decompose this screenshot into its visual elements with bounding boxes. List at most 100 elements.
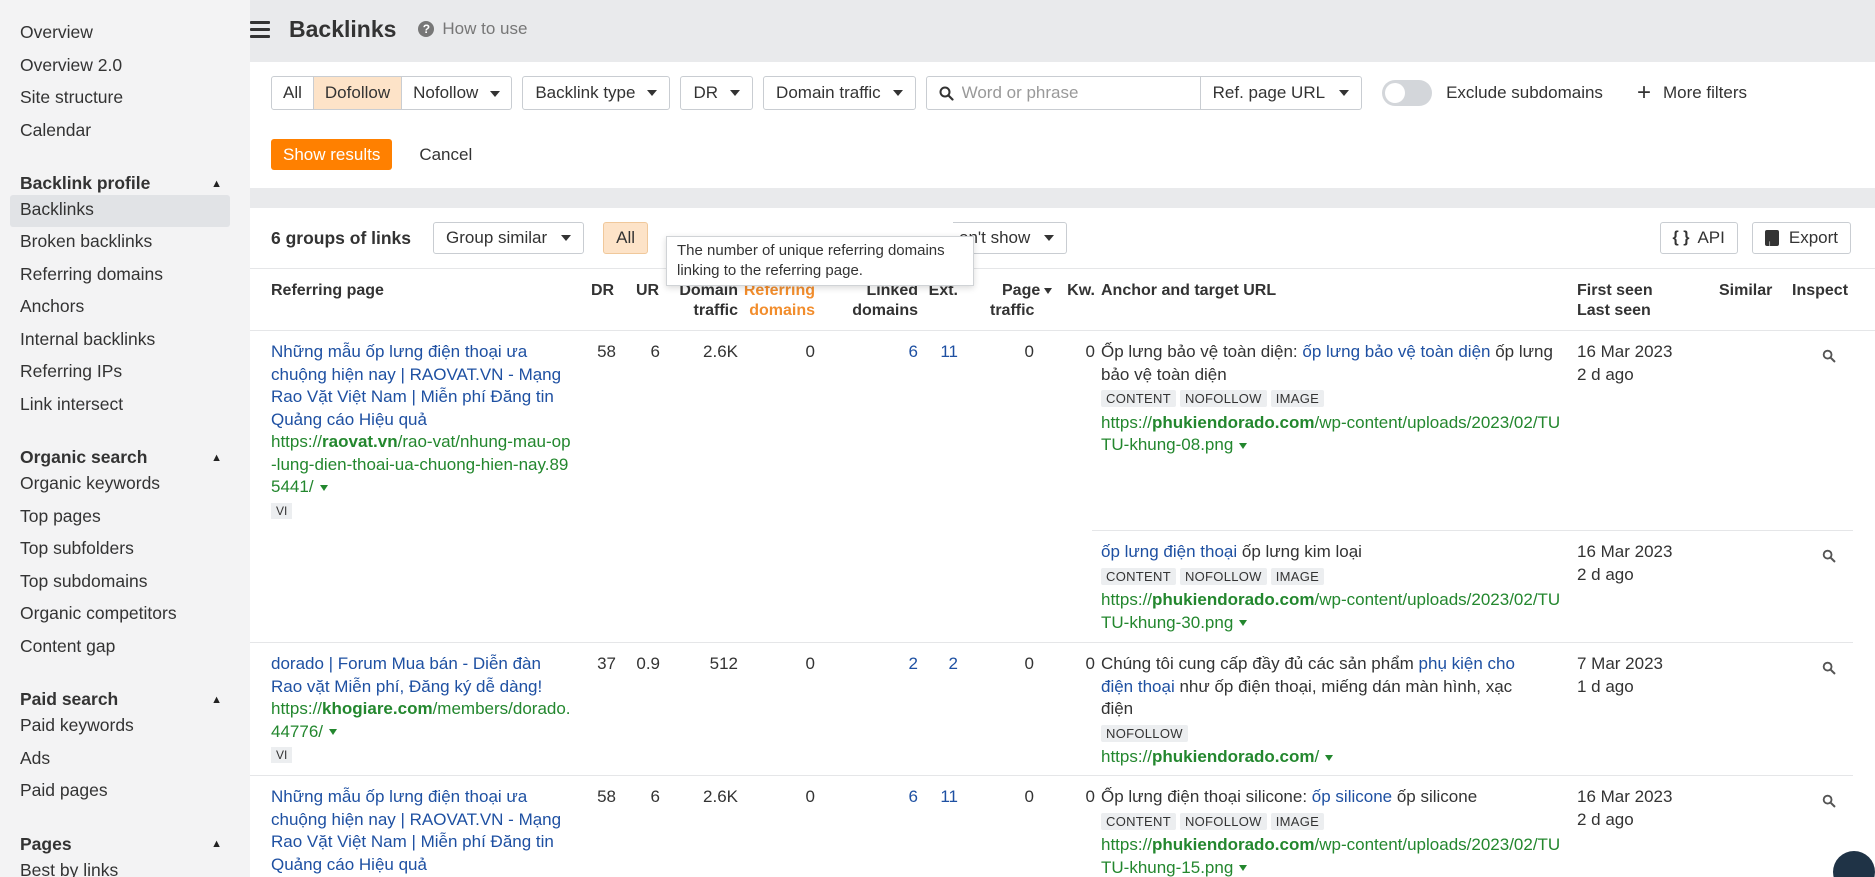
sidebar-section-pages[interactable]: Pages ▲ — [0, 821, 250, 856]
ext-links-link[interactable]: 11 — [910, 786, 958, 809]
col-kw[interactable]: Kw. — [1045, 281, 1095, 301]
sidebar-item-paid-pages[interactable]: Paid pages — [0, 776, 250, 809]
how-to-use-link[interactable]: ? How to use — [418, 19, 527, 39]
col-referring-page[interactable]: Referring page — [271, 281, 384, 301]
referring-page-title-link[interactable]: Những mẫu ốp lưng điện thoại ưa chuộng h… — [271, 341, 571, 431]
referring-page-title-link[interactable]: Những mẫu ốp lưng điện thoại ưa chuộng h… — [271, 786, 571, 876]
col-first-last-seen[interactable]: First seen Last seen — [1577, 281, 1653, 321]
sidebar-item-overview-2[interactable]: Overview 2.0 — [0, 51, 250, 84]
sidebar-item-calendar[interactable]: Calendar — [0, 116, 250, 149]
sidebar-item-top-subdomains[interactable]: Top subdomains — [0, 567, 250, 600]
collapse-caret-icon[interactable]: ▲ — [211, 838, 222, 850]
anchor-link[interactable]: ốp silicone — [1312, 787, 1392, 806]
target-url-link[interactable]: https://phukiendorado.com/wp-content/upl… — [1101, 589, 1561, 634]
export-button[interactable]: Export — [1751, 222, 1851, 259]
col-domain-traffic[interactable]: Domain traffic — [668, 281, 738, 321]
sidebar-section-organic-search[interactable]: Organic search ▲ — [0, 434, 250, 469]
exclude-subdomains-label: Exclude subdomains — [1446, 83, 1603, 102]
exclude-subdomains-toggle[interactable] — [1382, 80, 1433, 106]
tag-content: CONTENT — [1101, 812, 1176, 830]
col-ur[interactable]: UR — [636, 281, 659, 301]
inspect-search-icon[interactable] — [1822, 661, 1836, 675]
tag-content: CONTENT — [1101, 567, 1176, 585]
sidebar-section-backlink-profile[interactable]: Backlink profile ▲ — [0, 160, 250, 195]
hamburger-menu-icon[interactable] — [250, 20, 270, 38]
group-similar-dropdown[interactable]: Group similar — [433, 222, 585, 254]
sidebar-item-overview[interactable]: Overview — [0, 18, 250, 51]
row-divider — [250, 642, 1853, 643]
referring-page-title-link[interactable]: dorado | Forum Mua bán - Diễn đàn Rao vặ… — [271, 653, 571, 698]
ext-links-link[interactable]: 2 — [910, 653, 958, 676]
inspect-search-icon[interactable] — [1822, 549, 1836, 563]
url-dropdown-icon[interactable] — [1239, 442, 1248, 449]
url-dropdown-icon[interactable] — [319, 484, 328, 491]
link-type-segmented-control: All Dofollow Nofollow — [271, 76, 513, 110]
col-similar[interactable]: Similar — [1719, 281, 1772, 301]
language-badge: VI — [271, 747, 293, 763]
inspect-search-icon[interactable] — [1822, 349, 1836, 363]
ext-links-link[interactable]: 11 — [910, 341, 958, 364]
filter-nofollow-dropdown[interactable]: Nofollow — [402, 77, 511, 109]
domain-traffic-value: 2.6K — [703, 342, 738, 361]
col-anchor[interactable]: Anchor and target URL — [1101, 281, 1276, 301]
url-dropdown-icon[interactable] — [329, 729, 337, 736]
sidebar-item-ads[interactable]: Ads — [0, 744, 250, 777]
anchor-link[interactable]: ốp lưng bảo vệ toàn diện — [1302, 342, 1490, 361]
sidebar-item-referring-ips[interactable]: Referring IPs — [0, 357, 250, 390]
domain-traffic-dropdown[interactable]: Domain traffic — [763, 76, 916, 110]
sidebar-item-top-pages[interactable]: Top pages — [0, 502, 250, 535]
sidebar-section-paid-search[interactable]: Paid search ▲ — [0, 676, 250, 711]
sidebar-item-organic-keywords[interactable]: Organic keywords — [0, 469, 250, 502]
sidebar-item-content-gap[interactable]: Content gap — [0, 632, 250, 665]
filter-all-button[interactable]: All — [272, 77, 314, 109]
url-dropdown-icon[interactable] — [1325, 754, 1334, 761]
sidebar-item-link-intersect[interactable]: Link intersect — [0, 390, 250, 423]
sidebar-item-paid-keywords[interactable]: Paid keywords — [0, 711, 250, 744]
collapse-caret-icon[interactable]: ▲ — [211, 178, 222, 190]
col-referring-domains[interactable]: Referring domains — [730, 281, 815, 321]
referring-page-url-link[interactable]: https://raovat.vn/rao-vat/nhung-mau-op-l… — [271, 431, 571, 499]
tag-content: CONTENT — [1101, 390, 1176, 407]
sidebar-item-best-by-links[interactable]: Best by links — [0, 856, 250, 877]
url-dropdown-icon[interactable] — [1239, 620, 1248, 627]
collapse-caret-icon[interactable]: ▲ — [211, 694, 222, 706]
show-results-button[interactable]: Show results — [271, 139, 393, 170]
sidebar-item-organic-competitors[interactable]: Organic competitors — [0, 599, 250, 632]
sidebar-item-referring-domains[interactable]: Referring domains — [0, 260, 250, 293]
sidebar-item-backlinks[interactable]: Backlinks — [10, 195, 230, 227]
sidebar-item-anchors[interactable]: Anchors — [0, 292, 250, 325]
cancel-button[interactable]: Cancel — [419, 145, 472, 165]
target-url-link[interactable]: https://phukiendorado.com/wp-content/upl… — [1101, 834, 1561, 877]
sidebar-item-broken-backlinks[interactable]: Broken backlinks — [0, 227, 250, 260]
tag-nofollow: NOFOLLOW — [1101, 724, 1188, 742]
search-input[interactable] — [961, 83, 1192, 103]
linked-domains-link[interactable]: 6 — [830, 786, 918, 809]
sidebar-item-top-subfolders[interactable]: Top subfolders — [0, 534, 250, 567]
backlink-type-dropdown[interactable]: Backlink type — [522, 76, 671, 110]
chat-widget-button[interactable] — [1833, 851, 1875, 877]
collapse-caret-icon[interactable]: ▲ — [211, 452, 222, 464]
ref-page-url-dropdown[interactable]: Ref. page URL — [1201, 77, 1361, 109]
dr-dropdown[interactable]: DR — [680, 76, 754, 110]
referring-domains-value: 0 — [805, 787, 815, 806]
target-url-link[interactable]: https://phukiendorado.com/wp-content/upl… — [1101, 412, 1561, 457]
url-dropdown-icon[interactable] — [1239, 865, 1248, 872]
inspect-search-icon[interactable] — [1822, 794, 1836, 808]
filter-dofollow-button[interactable]: Dofollow — [313, 77, 403, 109]
linked-domains-link[interactable]: 2 — [830, 653, 918, 676]
referring-page-url-link[interactable]: https://khogiare.com/members/dorado.4477… — [271, 698, 571, 743]
seen-dates: 7 Mar 2023 1 d ago — [1577, 654, 1663, 696]
row-divider — [250, 775, 1853, 776]
col-dr[interactable]: DR — [591, 281, 614, 301]
target-url-link[interactable]: https://phukiendorado.com/ — [1101, 746, 1541, 769]
sidebar-item-internal-backlinks[interactable]: Internal backlinks — [0, 325, 250, 358]
page-traffic-value: 0 — [1024, 342, 1034, 361]
col-linked-domains[interactable]: Linked domains — [810, 281, 918, 321]
more-filters-button[interactable]: + More filters — [1637, 81, 1747, 105]
col-inspect[interactable]: Inspect — [1792, 281, 1848, 301]
linked-domains-link[interactable]: 6 — [830, 341, 918, 364]
sidebar-item-site-structure[interactable]: Site structure — [0, 83, 250, 116]
results-all-button[interactable]: All — [603, 222, 649, 254]
api-button[interactable]: { } API — [1659, 222, 1738, 254]
anchor-link[interactable]: ốp lưng điện thoại — [1101, 542, 1237, 561]
